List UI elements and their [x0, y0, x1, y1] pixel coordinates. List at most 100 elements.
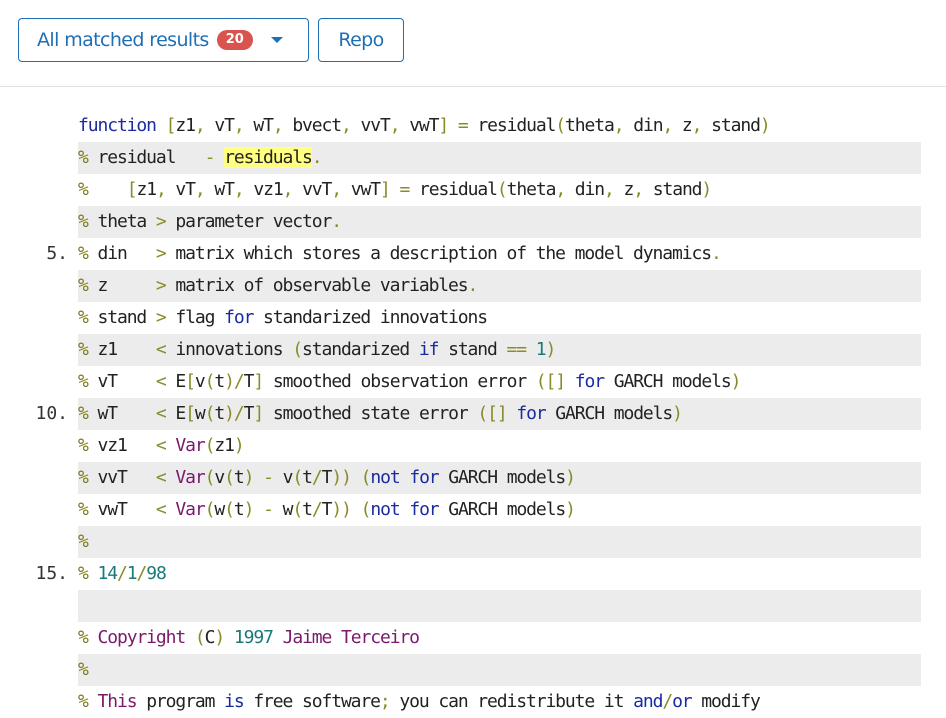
code-token: t — [214, 371, 225, 392]
matched-results-dropdown[interactable]: All matched results 20 — [18, 18, 309, 62]
code-token: % — [78, 403, 89, 424]
code-token: for — [409, 467, 439, 488]
code-token: v — [214, 467, 225, 488]
code-token: free software — [243, 691, 381, 712]
code-token: GARCH models — [545, 403, 673, 424]
code-line: % vvT < Var(v(t) - v(t/T)) (not for GARC… — [0, 462, 946, 494]
code-token: din — [623, 115, 663, 136]
code-line-text: function [z1, vT, wT, bvect, vvT, vwT] =… — [78, 110, 771, 142]
code-token: for — [574, 371, 605, 392]
code-token: > — [155, 211, 167, 232]
code-token: smoothed observation error — [263, 371, 536, 392]
code-line-text: % vz1 < Var(z1) — [78, 430, 245, 462]
code-token: residual — [409, 179, 498, 200]
results-count-badge: 20 — [216, 30, 253, 50]
code-token: % — [78, 691, 89, 712]
code-token: ( — [224, 467, 235, 488]
code-token: / — [136, 563, 147, 584]
code-token: ([] — [535, 371, 566, 392]
code-token: - — [263, 467, 274, 488]
code-line-text: % — [78, 526, 89, 558]
code-token: matrix of observable variables — [165, 275, 468, 296]
code-token: ) — [730, 371, 742, 392]
code-token: GARCH models — [438, 467, 566, 488]
code-token: ( — [204, 371, 216, 392]
code-token: / — [311, 467, 323, 488]
code-token: - — [204, 147, 216, 168]
code-line: function [z1, vT, wT, bvect, vvT, vwT] =… — [0, 110, 946, 142]
code-token: ([] — [477, 403, 507, 424]
code-token: . — [311, 147, 323, 168]
code-token: , — [233, 179, 245, 200]
code-line-text: % stand > flag for standarized innovatio… — [78, 302, 488, 334]
code-token: not — [370, 499, 400, 520]
code-token: [ — [126, 179, 138, 200]
code-line: % — [0, 526, 946, 558]
code-token: , — [194, 179, 206, 200]
code-token: < — [155, 499, 167, 520]
code-line-text: % din > matrix which stores a descriptio… — [78, 238, 722, 270]
code-token: residual — [87, 147, 205, 168]
code-line-text: % [z1, vT, wT, vz1, vvT, vwT] = residual… — [78, 174, 712, 206]
repo-button[interactable]: Repo — [318, 18, 404, 62]
code-token: ) — [565, 467, 576, 488]
code-token: T — [243, 403, 255, 424]
code-token: == — [506, 339, 528, 360]
code-token: . — [467, 275, 479, 296]
code-line: % vT < E[v(t)/T] smoothed observation er… — [0, 366, 946, 398]
code-token: , — [341, 115, 352, 136]
code-token: < — [155, 435, 167, 456]
code-token: Var — [175, 435, 205, 456]
code-token: ( — [204, 467, 216, 488]
code-token: % — [78, 435, 89, 456]
results-toolbar: All matched results 20 Repo — [0, 0, 946, 87]
search-match-highlight: residuals — [224, 147, 313, 168]
code-token: wT — [204, 179, 235, 200]
code-token: ) — [672, 403, 683, 424]
code-token: t — [302, 499, 313, 520]
code-token: stand — [438, 339, 507, 360]
code-line: 5.% din > matrix which stores a descript… — [0, 238, 946, 270]
code-token: % — [78, 211, 89, 232]
code-token: ) — [214, 627, 225, 648]
code-token: % — [78, 275, 89, 296]
code-token: theta — [506, 179, 557, 200]
code-token: T — [243, 371, 255, 392]
code-token: vT — [204, 115, 235, 136]
code-token: ( — [204, 435, 216, 456]
code-token: ] — [438, 115, 449, 136]
code-token: z1 — [136, 179, 157, 200]
code-token: [ — [165, 115, 177, 136]
code-token: function — [78, 115, 157, 136]
code-token: 1997 — [233, 627, 274, 648]
code-token: for — [409, 499, 439, 520]
code-token: ( — [194, 627, 206, 648]
code-token: w — [194, 403, 206, 424]
code-token: w — [214, 499, 225, 520]
code-token: vwT — [87, 499, 156, 520]
code-token: t — [302, 467, 313, 488]
code-line-text: % residual - residuals. — [78, 142, 323, 174]
code-token: not — [370, 467, 400, 488]
code-token: vT — [87, 371, 156, 392]
code-token: din — [87, 243, 156, 264]
code-line: % — [0, 654, 946, 686]
code-token: % — [78, 627, 89, 648]
code-token: - — [263, 499, 274, 520]
code-token: is — [224, 691, 245, 712]
code-token: standarized — [302, 339, 419, 360]
code-token: parameter vector — [165, 211, 332, 232]
code-token: ; — [379, 691, 391, 712]
code-token: , — [691, 115, 703, 136]
code-token: z — [672, 115, 693, 136]
